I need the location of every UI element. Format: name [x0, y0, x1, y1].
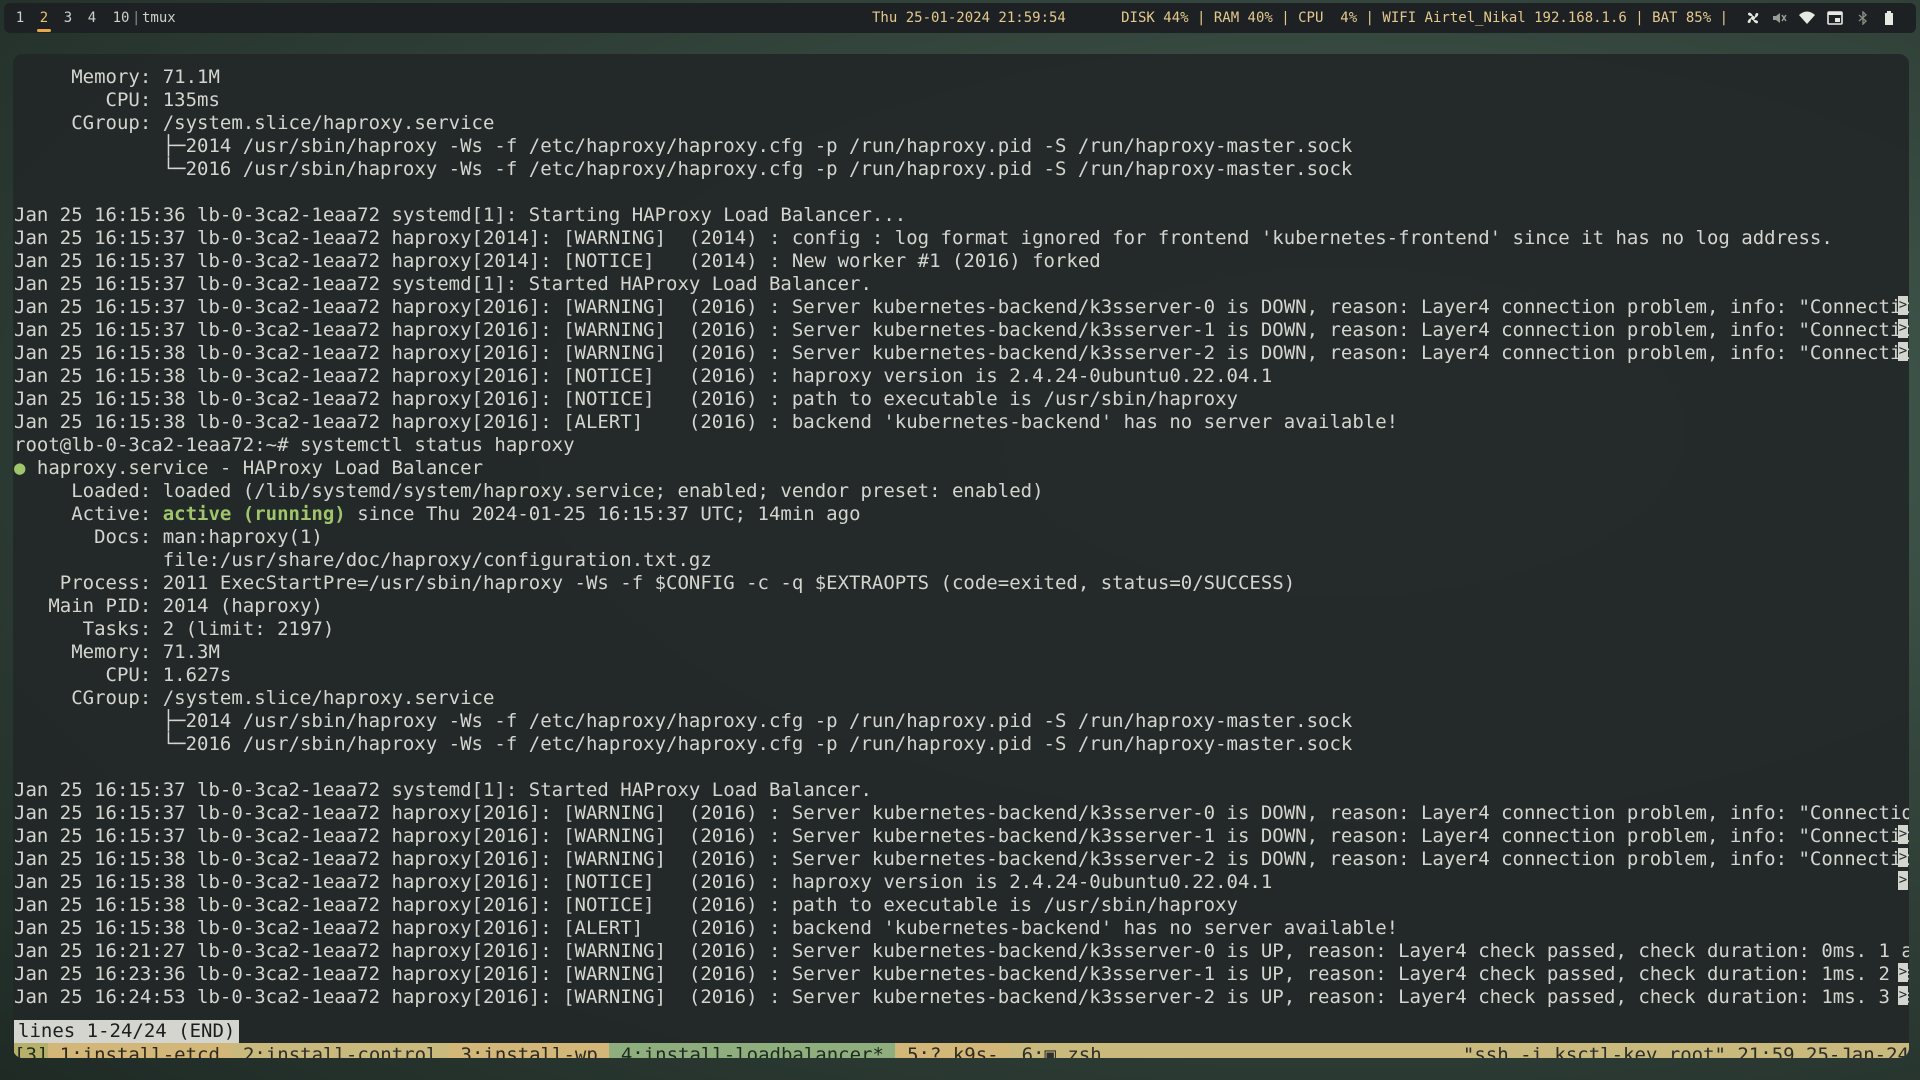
terminal-line: Tasks: 2 (limit: 2197) — [14, 618, 335, 640]
terminal-line: Jan 25 16:23:36 lb-0-3ca2-1eaa72 haproxy… — [14, 963, 1909, 985]
tmux-window-3[interactable]: 3:install-wp — [449, 1043, 610, 1058]
tmux-status-right: "ssh -i ksctl-key root" 21:59 25-Jan-24 — [1462, 1044, 1909, 1058]
line-truncated-icon: > — [1898, 342, 1908, 361]
terminal-line: Memory: 71.3M — [14, 641, 220, 663]
tmux-window-2[interactable]: 2:install-control — [232, 1043, 449, 1058]
line-truncated-icon: > — [1898, 848, 1908, 867]
terminal-line: Jan 25 16:15:37 lb-0-3ca2-1eaa72 haproxy… — [14, 227, 1833, 249]
terminal-line: Jan 25 16:15:38 lb-0-3ca2-1eaa72 haproxy… — [14, 388, 1238, 410]
battery-icon — [1885, 11, 1893, 25]
line-truncated-icon: > — [1898, 986, 1908, 1005]
clock: Thu 25-01-2024 21:59:54 — [872, 10, 1066, 26]
terminal-line: Jan 25 16:15:37 lb-0-3ca2-1eaa72 systemd… — [14, 273, 872, 295]
line-truncated-icon: > — [1898, 871, 1908, 890]
window-icon[interactable] — [1827, 11, 1843, 25]
tmux-window-4[interactable]: 4:install-loadbalancer* — [609, 1043, 896, 1058]
terminal-line: Jan 25 16:15:38 lb-0-3ca2-1eaa72 haproxy… — [14, 365, 1273, 387]
terminal-line: CPU: 135ms — [14, 89, 220, 111]
tmux-window-1[interactable]: 1:install-etcd — [48, 1043, 232, 1058]
terminal-line: CPU: 1.627s — [14, 664, 232, 686]
terminal-line: Jan 25 16:21:27 lb-0-3ca2-1eaa72 haproxy… — [14, 940, 1909, 962]
terminal-line: Jan 25 16:24:53 lb-0-3ca2-1eaa72 haproxy… — [14, 986, 1909, 1008]
terminal-line: Jan 25 16:15:37 lb-0-3ca2-1eaa72 systemd… — [14, 779, 872, 801]
active-since: since Thu 2024-01-25 16:15:37 UTC; 14min… — [345, 503, 861, 525]
workspace-10[interactable]: 10 — [108, 3, 134, 33]
line-truncated-icon: > — [1898, 963, 1908, 982]
terminal-line: ● haproxy.service - HAProxy Load Balance… — [14, 457, 484, 479]
mute-icon[interactable] — [1771, 11, 1787, 25]
wifi-icon[interactable] — [1799, 11, 1815, 25]
terminal-output: Memory: 71.1M CPU: 135ms CGroup: /system… — [14, 66, 1909, 1009]
terminal-line: file:/usr/share/doc/haproxy/configuratio… — [14, 549, 712, 571]
line-truncated-icon: > — [1898, 825, 1908, 844]
active-app-title: tmux — [142, 10, 176, 26]
terminal-line: Jan 25 16:15:38 lb-0-3ca2-1eaa72 haproxy… — [14, 848, 1909, 870]
status-dot-icon: ● — [14, 457, 26, 479]
terminal-line: Jan 25 16:15:38 lb-0-3ca2-1eaa72 haproxy… — [14, 894, 1238, 916]
terminal-line: Jan 25 16:15:38 lb-0-3ca2-1eaa72 haproxy… — [14, 411, 1399, 433]
bluetooth-icon[interactable] — [1855, 11, 1871, 25]
terminal-line: Docs: man:haproxy(1) — [14, 526, 323, 548]
terminal-line: └─2016 /usr/sbin/haproxy -Ws -f /etc/hap… — [14, 733, 1353, 755]
terminal-line: CGroup: /system.slice/haproxy.service — [14, 687, 495, 709]
terminal-line: root@lb-0-3ca2-1eaa72:~# systemctl statu… — [14, 434, 575, 456]
terminal-line: Process: 2011 ExecStartPre=/usr/sbin/hap… — [14, 572, 1296, 594]
terminal-line: Memory: 71.1M — [14, 66, 220, 88]
terminal-line: Jan 25 16:15:36 lb-0-3ca2-1eaa72 systemd… — [14, 204, 907, 226]
top-bar: 1 2 3 4 10 | tmux Thu 25-01-2024 21:59:5… — [4, 3, 1916, 33]
tmux-window-6[interactable]: 6:▣ zsh — [1010, 1043, 1113, 1058]
fan-icon[interactable] — [1745, 11, 1761, 25]
terminal-line: ├─2014 /usr/sbin/haproxy -Ws -f /etc/hap… — [14, 135, 1353, 157]
terminal-line: Jan 25 16:15:37 lb-0-3ca2-1eaa72 haproxy… — [14, 319, 1909, 341]
terminal-line: Jan 25 16:15:37 lb-0-3ca2-1eaa72 haproxy… — [14, 802, 1909, 824]
line-truncated-icon: > — [1898, 319, 1908, 338]
workspace-3[interactable]: 3 — [58, 3, 78, 33]
active-state: active (running) — [162, 503, 346, 525]
system-status: DISK 44% | RAM 40% | CPU 4% | WIFI Airte… — [1121, 10, 1728, 26]
workspace-4[interactable]: 4 — [82, 3, 102, 33]
terminal-line: CGroup: /system.slice/haproxy.service — [14, 112, 495, 134]
workspace-2[interactable]: 2 — [34, 3, 54, 33]
terminal-line: Loaded: loaded (/lib/systemd/system/hapr… — [14, 480, 1044, 502]
tmux-status-bar: [3] 1:install-etcd 2:install-control 3:i… — [14, 1043, 1909, 1058]
terminal-line: Jan 25 16:15:38 lb-0-3ca2-1eaa72 haproxy… — [14, 342, 1909, 364]
active-label: Active: — [14, 503, 163, 525]
terminal-line: Jan 25 16:15:37 lb-0-3ca2-1eaa72 haproxy… — [14, 825, 1909, 847]
tmux-window-5[interactable]: 5:? k9s- — [895, 1043, 1011, 1058]
terminal-line: Jan 25 16:15:38 lb-0-3ca2-1eaa72 haproxy… — [14, 917, 1399, 939]
terminal-line: Jan 25 16:15:37 lb-0-3ca2-1eaa72 haproxy… — [14, 250, 1101, 272]
terminal-line: ├─2014 /usr/sbin/haproxy -Ws -f /etc/hap… — [14, 710, 1353, 732]
terminal-line: Jan 25 16:15:37 lb-0-3ca2-1eaa72 haproxy… — [14, 296, 1909, 318]
tmux-session-label: [3] — [14, 1043, 49, 1058]
terminal-line: Jan 25 16:15:38 lb-0-3ca2-1eaa72 haproxy… — [14, 871, 1908, 893]
line-truncated-icon: > — [1898, 296, 1908, 315]
workspace-1[interactable]: 1 — [10, 3, 30, 33]
terminal-line: Main PID: 2014 (haproxy) — [14, 595, 323, 617]
terminal-window[interactable]: Memory: 71.1M CPU: 135ms CGroup: /system… — [13, 54, 1909, 1058]
pager-status: lines 1-24/24 (END) — [14, 1020, 240, 1043]
terminal-line: └─2016 /usr/sbin/haproxy -Ws -f /etc/hap… — [14, 158, 1353, 180]
terminal-line: Active: active (running) since Thu 2024-… — [14, 503, 1908, 526]
